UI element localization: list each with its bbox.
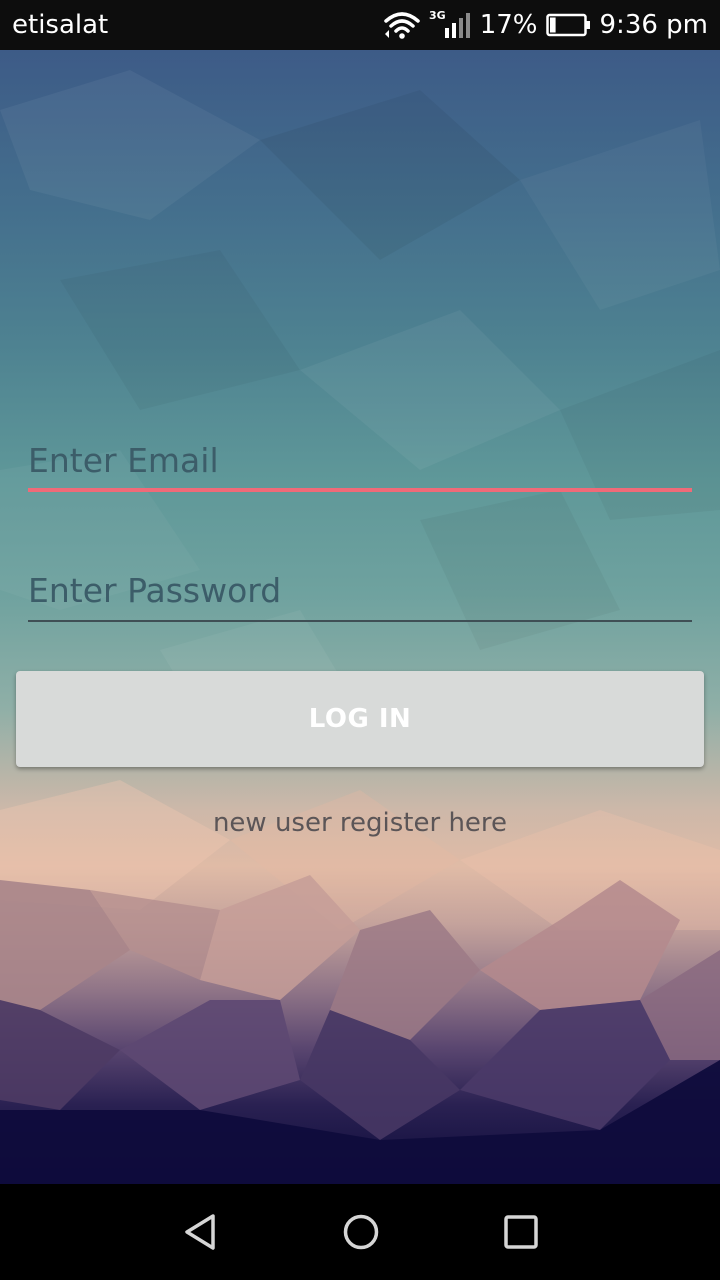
back-icon bbox=[185, 1214, 215, 1250]
navigation-bar bbox=[0, 1184, 720, 1280]
clock: 9:36 pm bbox=[599, 10, 708, 40]
battery-icon bbox=[545, 13, 592, 37]
screen: etisalat 3G 17% 9:36 pm Enter Email LOG … bbox=[0, 0, 720, 1280]
battery-percent: 17% bbox=[479, 10, 538, 40]
carrier-name: etisalat bbox=[12, 10, 109, 40]
password-underline bbox=[28, 620, 692, 622]
password-input[interactable] bbox=[28, 562, 692, 618]
login-button[interactable]: LOG IN bbox=[16, 671, 704, 767]
wifi-icon bbox=[383, 10, 421, 40]
recents-button[interactable] bbox=[497, 1208, 545, 1256]
email-field-container bbox=[28, 432, 692, 492]
network-type: 3G bbox=[429, 8, 446, 22]
email-underline bbox=[28, 488, 692, 492]
home-icon bbox=[343, 1214, 379, 1250]
email-input[interactable] bbox=[28, 432, 692, 488]
back-button[interactable] bbox=[177, 1208, 225, 1256]
status-icons: 3G 17% 9:36 pm bbox=[375, 6, 708, 44]
register-link[interactable]: new user register here bbox=[0, 806, 720, 840]
home-button[interactable] bbox=[337, 1208, 385, 1256]
login-screen: LOG IN new user register here bbox=[0, 50, 720, 1184]
signal-icon: 3G bbox=[429, 8, 472, 38]
recents-icon bbox=[504, 1215, 538, 1249]
status-bar: etisalat 3G 17% 9:36 pm bbox=[0, 0, 720, 50]
password-field-container bbox=[28, 562, 692, 622]
